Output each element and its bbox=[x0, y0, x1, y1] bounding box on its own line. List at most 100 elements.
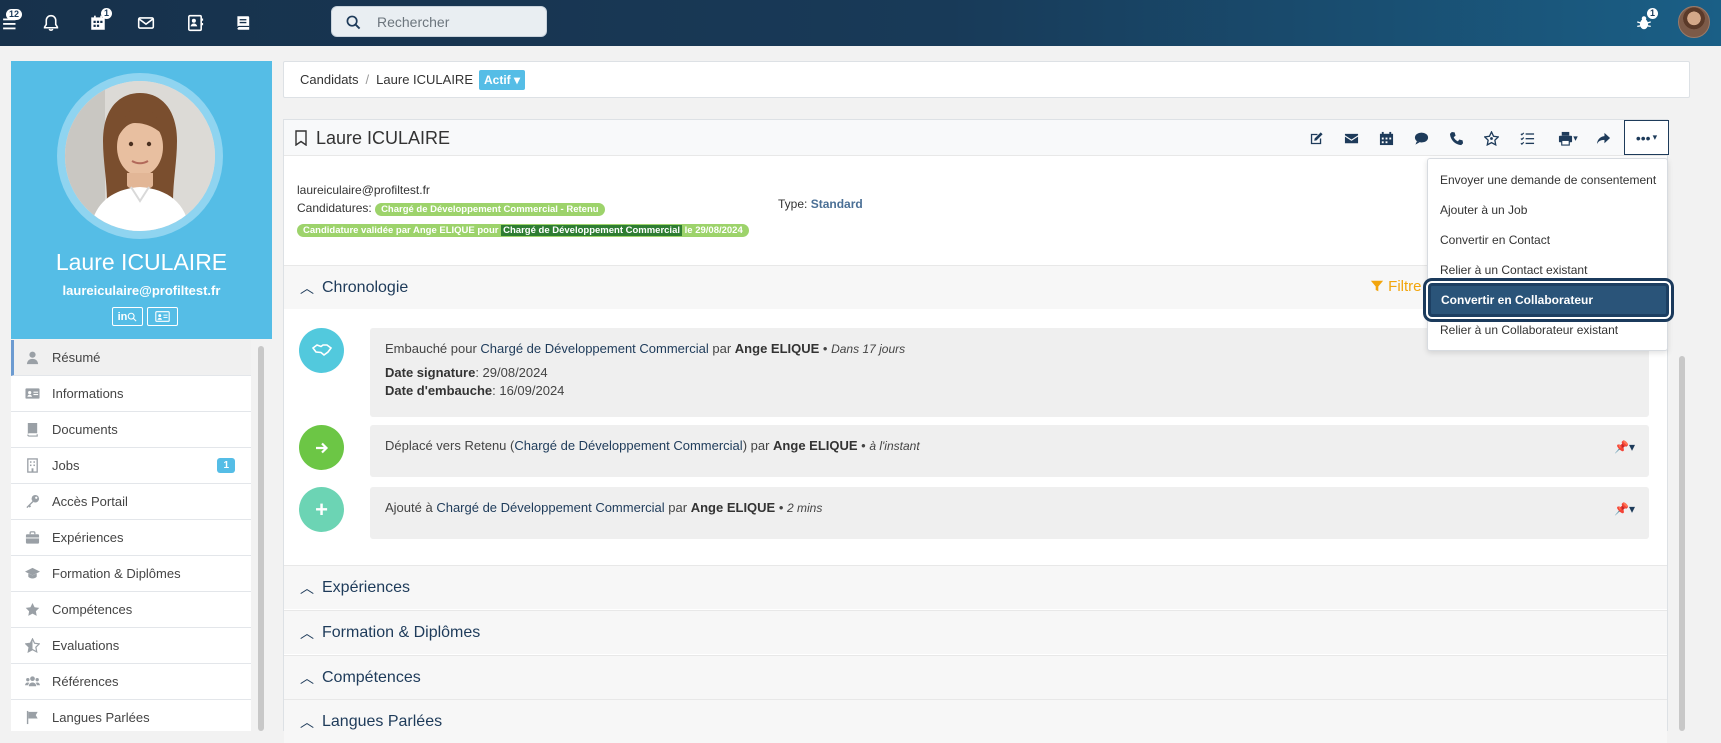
breadcrumb-separator: / bbox=[365, 72, 370, 87]
author-link[interactable]: Ange ELIQUE bbox=[773, 438, 858, 453]
phone-icon[interactable] bbox=[1445, 128, 1467, 148]
email-icon[interactable] bbox=[1340, 128, 1362, 148]
building-icon bbox=[27, 458, 38, 473]
star-icon bbox=[25, 602, 40, 616]
timeline-item-ajoute: Ajouté à Chargé de Développement Commerc… bbox=[370, 487, 1649, 539]
star-half-icon bbox=[25, 638, 40, 653]
sidebar-item-documents[interactable]: Documents bbox=[11, 412, 251, 448]
section-experiences[interactable]: ︿ Expériences bbox=[284, 565, 1667, 609]
bug-badge: 1 bbox=[1647, 8, 1659, 19]
handshake-icon bbox=[299, 328, 344, 373]
candidatures-row: Candidatures: Chargé de Développement Co… bbox=[297, 201, 605, 216]
job-link[interactable]: Chargé de Développement Commercial bbox=[514, 438, 742, 453]
card-title: Laure ICULAIRE bbox=[316, 128, 451, 148]
edit-icon[interactable] bbox=[1305, 128, 1327, 148]
profile-name: Laure ICULAIRE bbox=[55, 249, 228, 275]
search-placeholder: Rechercher bbox=[377, 14, 450, 30]
mail-icon[interactable] bbox=[135, 12, 157, 34]
pin-icon[interactable]: 📌▾ bbox=[1614, 502, 1635, 516]
bookmark-icon[interactable] bbox=[294, 130, 308, 146]
type-row: Type: Standard bbox=[778, 197, 863, 211]
sidebar-item-references[interactable]: Références bbox=[11, 664, 251, 700]
calendar-icon[interactable] bbox=[1375, 128, 1397, 148]
sidebar-item-evaluations[interactable]: Evaluations bbox=[11, 628, 251, 664]
candidature-pill[interactable]: Chargé de Développement Commercial - Ret… bbox=[375, 203, 605, 216]
sidebar-item-resume[interactable]: Résumé bbox=[11, 340, 251, 376]
menu-item-convertir-contact[interactable]: Convertir en Contact bbox=[1440, 233, 1550, 247]
menu-item-consentement[interactable]: Envoyer une demande de consentement bbox=[1440, 173, 1656, 187]
type-value: Standard bbox=[810, 197, 863, 211]
profile-photo bbox=[65, 81, 215, 231]
pin-icon[interactable]: 📌▾ bbox=[1614, 440, 1635, 454]
sidebar-menu: Résumé Informations Documents Jobs 1 Acc… bbox=[11, 340, 251, 731]
sidebar-item-experiences[interactable]: Expériences bbox=[11, 520, 251, 556]
validation-row: Candidature validée par Ange ELIQUE pour… bbox=[297, 222, 749, 237]
book-icon[interactable] bbox=[232, 12, 254, 34]
comment-icon[interactable] bbox=[1410, 128, 1432, 148]
briefcase-icon bbox=[25, 531, 40, 544]
chevron-up-icon: ︿ bbox=[300, 579, 314, 596]
top-bar: 12 1 Rechercher 1 bbox=[0, 0, 1721, 46]
filter-button[interactable]: Filtre bbox=[1370, 278, 1422, 295]
bug-icon[interactable]: 1 bbox=[1633, 8, 1659, 34]
contacts-icon[interactable] bbox=[184, 12, 206, 34]
validation-pill: Candidature validée par Ange ELIQUE pour… bbox=[297, 224, 749, 237]
author-link[interactable]: Ange ELIQUE bbox=[735, 341, 820, 356]
timeline-item-deplace: Déplacé vers Retenu (Chargé de Développe… bbox=[370, 425, 1649, 477]
author-link[interactable]: Ange ELIQUE bbox=[691, 500, 776, 515]
job-link[interactable]: Chargé de Développement Commercial bbox=[480, 341, 708, 356]
profile-email: laureiculaire@profiltest.fr bbox=[62, 283, 221, 298]
users-icon bbox=[25, 676, 40, 687]
sidebar-item-acces-portail[interactable]: Accès Portail bbox=[11, 484, 251, 520]
print-icon[interactable]: ▾ bbox=[1554, 128, 1582, 148]
chevron-up-icon: ︿ bbox=[300, 669, 314, 686]
star-outline-icon[interactable] bbox=[1480, 128, 1502, 148]
linkedin-search-icon[interactable]: in bbox=[112, 307, 143, 326]
graduation-cap-icon bbox=[25, 567, 40, 579]
profile-photo-ring bbox=[57, 73, 223, 239]
profile-panel: Laure ICULAIRE laureiculaire@profiltest.… bbox=[11, 61, 272, 339]
key-icon bbox=[26, 494, 40, 509]
checklist-icon[interactable] bbox=[1516, 128, 1538, 148]
flag-icon bbox=[26, 710, 38, 725]
menu-item-ajouter-job[interactable]: Ajouter à un Job bbox=[1440, 203, 1527, 217]
search-input[interactable]: Rechercher bbox=[331, 6, 547, 37]
chevron-up-icon: ︿ bbox=[300, 624, 314, 641]
search-icon bbox=[346, 15, 361, 30]
calendar-icon[interactable]: 1 bbox=[87, 8, 113, 34]
person-icon bbox=[26, 351, 39, 365]
sidebar-item-langues[interactable]: Langues Parlées bbox=[11, 700, 251, 731]
bell-icon[interactable] bbox=[40, 12, 62, 34]
job-link[interactable]: Chargé de Développement Commercial bbox=[436, 500, 664, 515]
menu-item-relier-contact[interactable]: Relier à un Contact existant bbox=[1440, 263, 1587, 277]
sidebar-item-informations[interactable]: Informations bbox=[11, 376, 251, 412]
sidebar-item-jobs[interactable]: Jobs 1 bbox=[11, 448, 251, 484]
section-langues[interactable]: ︿ Langues Parlées bbox=[284, 699, 1667, 743]
menu-icon[interactable]: 12 bbox=[0, 9, 23, 34]
filter-icon bbox=[1370, 280, 1384, 292]
section-formation[interactable]: ︿ Formation & Diplômes bbox=[284, 610, 1667, 654]
chevron-up-icon: ︿ bbox=[300, 713, 314, 730]
user-avatar[interactable] bbox=[1678, 6, 1710, 38]
breadcrumb-current: Laure ICULAIRE bbox=[376, 72, 473, 87]
vcard-icon[interactable] bbox=[147, 307, 178, 326]
breadcrumb: Candidats / Laure ICULAIRE Actif ▾ bbox=[283, 61, 1690, 98]
sidebar-scrollbar[interactable] bbox=[258, 346, 264, 731]
menu-item-relier-collaborateur[interactable]: Relier à un Collaborateur existant bbox=[1440, 323, 1618, 337]
jobs-count-badge: 1 bbox=[217, 458, 235, 473]
share-icon[interactable] bbox=[1592, 128, 1614, 148]
more-actions-dropdown: Envoyer une demande de consentement Ajou… bbox=[1426, 158, 1671, 351]
section-competences[interactable]: ︿ Compétences bbox=[284, 655, 1667, 699]
sidebar-item-formation[interactable]: Formation & Diplômes bbox=[11, 556, 251, 592]
candidate-email: laureiculaire@profiltest.fr bbox=[297, 183, 430, 197]
more-actions-button[interactable]: ••• ▾ bbox=[1624, 120, 1669, 155]
breadcrumb-candidats-link[interactable]: Candidats bbox=[300, 72, 359, 87]
book-icon bbox=[27, 422, 38, 437]
main-scrollbar[interactable] bbox=[1679, 356, 1685, 731]
arrow-right-icon bbox=[299, 425, 344, 470]
status-badge[interactable]: Actif ▾ bbox=[479, 69, 526, 90]
sidebar-item-competences[interactable]: Compétences bbox=[11, 592, 251, 628]
chevron-up-icon: ︿ bbox=[300, 279, 314, 296]
menu-item-convertir-collaborateur[interactable]: Convertir en Collaborateur bbox=[1426, 281, 1671, 319]
plus-icon: + bbox=[299, 487, 344, 532]
